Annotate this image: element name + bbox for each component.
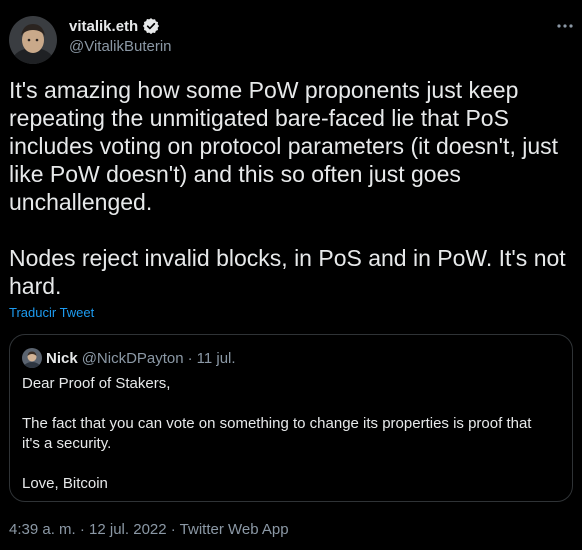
quoted-tweet-body: Dear Proof of Stakers, The fact that you… [22, 374, 552, 494]
verified-badge-icon [142, 17, 160, 35]
quoted-avatar [22, 348, 42, 368]
quoted-tweet-header: Nick @NickDPayton · 11 jul. [22, 347, 236, 369]
tweet-paragraph-2: Nodes reject invalid blocks, in PoS and … [9, 245, 566, 299]
tweet-paragraph-1: It's amazing how some PoW proponents jus… [9, 77, 559, 215]
quoted-date: 11 jul. [196, 349, 236, 367]
avatar-image [9, 16, 57, 64]
author-name-row[interactable]: vitalik.eth [69, 16, 160, 36]
quoted-display-name: Nick [46, 349, 78, 367]
translate-tweet-link[interactable]: Traducir Tweet [9, 305, 94, 320]
avatar[interactable] [9, 16, 57, 64]
author-display-name[interactable]: vitalik.eth [69, 18, 138, 35]
quoted-tweet[interactable]: Nick @NickDPayton · 11 jul. Dear Proof o… [9, 334, 573, 502]
quoted-line-2: The fact that you can vote on something … [22, 415, 532, 452]
quoted-line-3: Love, Bitcoin [22, 475, 108, 492]
more-dots-icon[interactable] [553, 16, 577, 36]
author-handle[interactable]: @VitalikButerin [69, 38, 172, 55]
tweet-timestamp[interactable]: 4:39 a. m. · 12 jul. 2022 · Twitter Web … [9, 521, 289, 538]
quoted-separator: · [187, 349, 193, 367]
quoted-handle: @NickDPayton [81, 349, 184, 367]
quoted-line-1: Dear Proof of Stakers, [22, 375, 171, 392]
tweet-text: It's amazing how some PoW proponents jus… [9, 76, 574, 300]
